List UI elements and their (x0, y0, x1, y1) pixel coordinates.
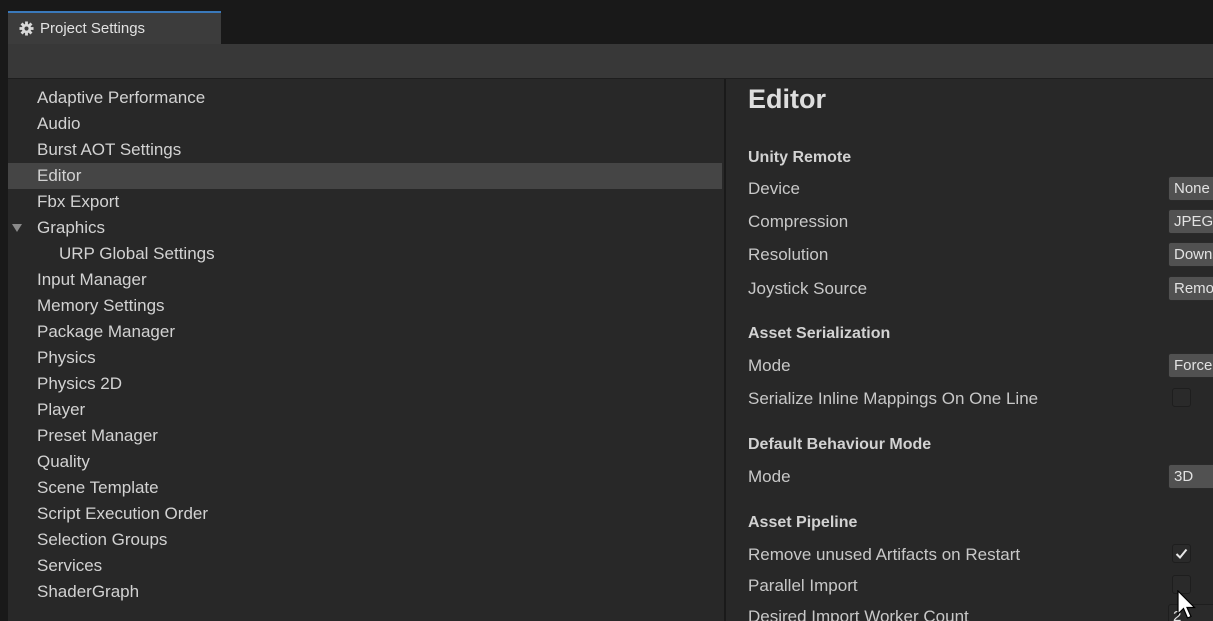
sidebar-item-physics[interactable]: Physics (8, 345, 722, 371)
page-title: Editor (748, 84, 826, 114)
sidebar-item-player[interactable]: Player (8, 397, 722, 423)
behaviour-mode-dropdown[interactable]: 3D (1168, 464, 1213, 489)
sidebar-item-label: Graphics (37, 218, 106, 237)
sidebar-item-label: Audio (37, 114, 81, 133)
section-header-default-behaviour-mode: Default Behaviour Mode (748, 436, 932, 453)
parallel-import-checkbox[interactable] (1172, 575, 1191, 594)
behaviour-mode-label: Mode (748, 467, 791, 486)
sidebar-item-scene-template[interactable]: Scene Template (8, 475, 722, 501)
section-header-unity-remote: Unity Remote (748, 149, 852, 166)
editor-settings-panel: Editor Unity Remote Device None Compress… (726, 79, 1213, 621)
resolution-dropdown[interactable]: Downsize (1168, 242, 1213, 267)
sidebar-item-preset-manager[interactable]: Preset Manager (8, 423, 722, 449)
sidebar-item-shadergraph[interactable]: ShaderGraph (8, 579, 722, 605)
sidebar-item-label: Player (37, 400, 86, 419)
device-label: Device (748, 179, 800, 198)
joystick-source-dropdown[interactable]: Remote (1168, 276, 1213, 301)
sidebar-item-physics-2d[interactable]: Physics 2D (8, 371, 722, 397)
project-settings-window: Project Settings Adaptive Performance Au… (8, 8, 1213, 621)
compression-dropdown[interactable]: JPEG (1168, 209, 1213, 234)
parallel-import-label: Parallel Import (748, 576, 858, 595)
sidebar-item-label: Quality (37, 452, 90, 471)
sidebar-item-label: Physics (37, 348, 96, 367)
sidebar-item-selection-groups[interactable]: Selection Groups (8, 527, 722, 553)
sidebar-item-burst-aot-settings[interactable]: Burst AOT Settings (8, 137, 722, 163)
sidebar-item-label: ShaderGraph (37, 582, 140, 601)
sidebar-item-label: Preset Manager (37, 426, 158, 445)
checkmark-icon (1175, 548, 1188, 559)
import-worker-count-field[interactable]: 2 (1168, 604, 1213, 621)
sidebar-item-label: URP Global Settings (59, 244, 215, 263)
resolution-label: Resolution (748, 245, 829, 264)
sidebar-item-graphics[interactable]: Graphics (8, 215, 722, 241)
sidebar-item-fbx-export[interactable]: Fbx Export (8, 189, 722, 215)
search-toolbar (8, 44, 1213, 79)
gear-icon (19, 21, 34, 36)
sidebar-item-label: Package Manager (37, 322, 175, 341)
serialize-inline-label: Serialize Inline Mappings On One Line (748, 389, 1039, 408)
tab-project-settings[interactable]: Project Settings (8, 11, 221, 44)
sidebar-item-memory-settings[interactable]: Memory Settings (8, 293, 722, 319)
sidebar-item-label: Scene Template (37, 478, 159, 497)
sidebar-item-label: Adaptive Performance (37, 88, 206, 107)
tab-bar: Project Settings (8, 8, 1213, 44)
serialize-inline-checkbox[interactable] (1172, 388, 1191, 407)
sidebar-item-adaptive-performance[interactable]: Adaptive Performance (8, 85, 722, 111)
remove-unused-artifacts-checkbox[interactable] (1172, 544, 1191, 563)
serialization-mode-label: Mode (748, 356, 791, 375)
sidebar-item-label: Burst AOT Settings (37, 140, 182, 159)
tab-title: Project Settings (40, 20, 146, 37)
sidebar-item-urp-global-settings[interactable]: URP Global Settings (8, 241, 722, 267)
sidebar-item-services[interactable]: Services (8, 553, 722, 579)
compression-label: Compression (748, 212, 849, 231)
expand-arrow-icon[interactable] (11, 215, 23, 241)
sidebar-item-label: Script Execution Order (37, 504, 209, 523)
sidebar-item-label: Selection Groups (37, 530, 168, 549)
device-dropdown[interactable]: None (1168, 176, 1213, 201)
sidebar-item-editor[interactable]: Editor (8, 163, 722, 189)
serialization-mode-dropdown[interactable]: Force Text (1168, 353, 1213, 378)
section-header-asset-serialization: Asset Serialization (748, 325, 891, 342)
sidebar-item-label: Input Manager (37, 270, 147, 289)
import-worker-count-label: Desired Import Worker Count (748, 607, 969, 621)
sidebar-item-audio[interactable]: Audio (8, 111, 722, 137)
remove-unused-artifacts-label: Remove unused Artifacts on Restart (748, 545, 1021, 564)
sidebar-item-label: Services (37, 556, 103, 575)
sidebar-item-label: Memory Settings (37, 296, 165, 315)
sidebar-item-package-manager[interactable]: Package Manager (8, 319, 722, 345)
sidebar-item-input-manager[interactable]: Input Manager (8, 267, 722, 293)
section-header-asset-pipeline: Asset Pipeline (748, 514, 858, 531)
sidebar-item-script-execution-order[interactable]: Script Execution Order (8, 501, 722, 527)
sidebar-item-label: Physics 2D (37, 374, 123, 393)
sidebar-item-quality[interactable]: Quality (8, 449, 722, 475)
sidebar-item-label: Fbx Export (37, 192, 120, 211)
sidebar-item-label: Editor (37, 166, 82, 185)
settings-category-list: Adaptive Performance Audio Burst AOT Set… (8, 79, 724, 621)
joystick-source-label: Joystick Source (748, 279, 868, 298)
